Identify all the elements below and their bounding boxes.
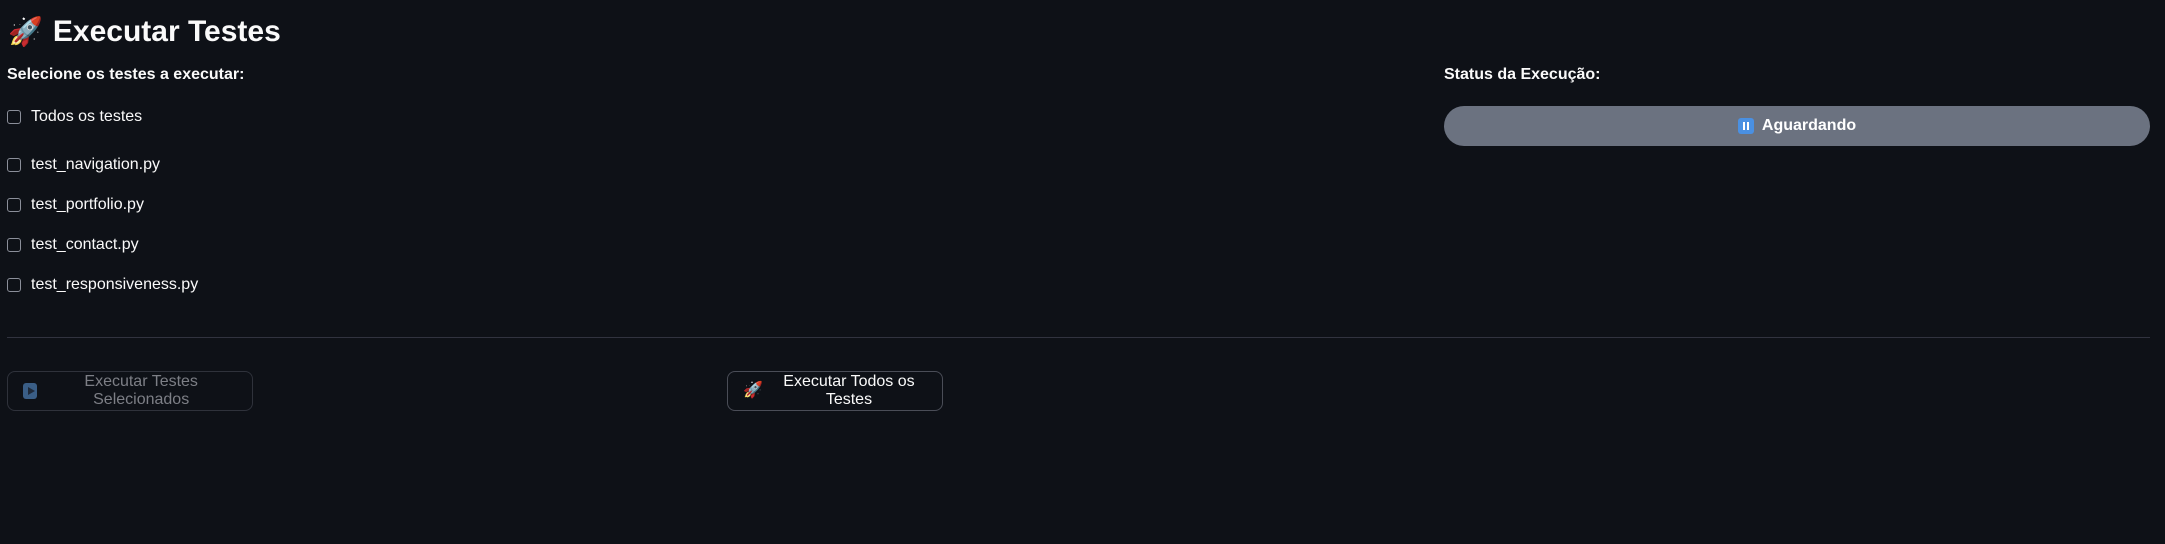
checkbox-icon[interactable]	[7, 278, 21, 292]
checkbox-test-contact[interactable]: test_contact.py	[7, 225, 198, 265]
test-selection-label: Selecione os testes a executar:	[7, 66, 245, 83]
checkbox-icon[interactable]	[7, 198, 21, 212]
checkbox-label: test_responsiveness.py	[31, 276, 199, 293]
rocket-icon: 🚀	[8, 16, 43, 47]
page-title-text: Executar Testes	[52, 15, 281, 48]
status-badge: Aguardando	[1444, 106, 2150, 146]
test-checkbox-list: Todos os testes test_navigation.py test_…	[7, 105, 198, 305]
run-selected-tests-button[interactable]: Executar Testes Selecionados	[7, 371, 253, 411]
checkbox-test-portfolio[interactable]: test_portfolio.py	[7, 185, 198, 225]
checkbox-label: test_portfolio.py	[31, 196, 144, 213]
run-all-label: Executar Todos os Testes	[783, 373, 915, 408]
checkbox-label: test_contact.py	[31, 236, 139, 253]
checkbox-test-responsiveness[interactable]: test_responsiveness.py	[7, 265, 198, 305]
checkbox-all-tests[interactable]: Todos os testes	[7, 105, 198, 129]
run-selected-label: Executar Testes Selecionados	[84, 373, 198, 408]
play-icon	[23, 383, 38, 399]
status-label: Status da Execução:	[1444, 66, 1601, 83]
checkbox-test-navigation[interactable]: test_navigation.py	[7, 145, 198, 185]
run-all-tests-button[interactable]: 🚀 Executar Todos os Testes	[727, 371, 943, 411]
pause-icon	[1737, 118, 1754, 134]
checkbox-icon[interactable]	[7, 110, 21, 124]
checkbox-label: Todos os testes	[31, 108, 143, 125]
rocket-icon: 🚀	[743, 382, 763, 399]
checkbox-label: test_navigation.py	[31, 156, 160, 173]
status-value: Aguardando	[1761, 117, 1857, 134]
checkbox-icon[interactable]	[7, 238, 21, 252]
divider	[7, 337, 2150, 338]
page-title: 🚀 Executar Testes	[8, 12, 281, 52]
checkbox-icon[interactable]	[7, 158, 21, 172]
